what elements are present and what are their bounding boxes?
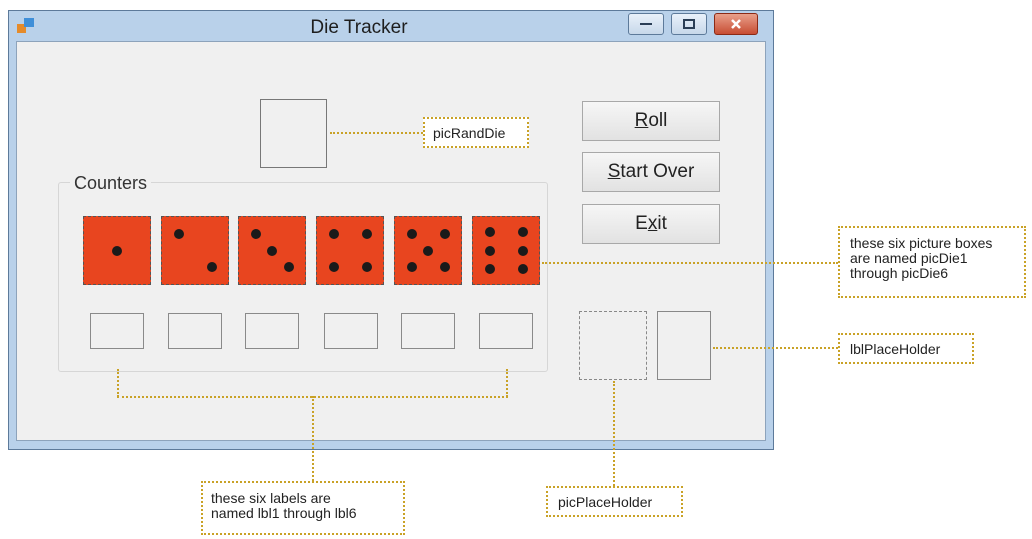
pic-die-1 xyxy=(83,216,151,285)
exit-button[interactable]: Ex it xyxy=(582,204,720,244)
callout-pic-place-holder-text: picPlaceHolder xyxy=(558,494,653,510)
pip-3-3 xyxy=(283,262,294,273)
exit-label: it xyxy=(657,213,667,234)
pip-6-5 xyxy=(484,264,495,275)
lbl-2 xyxy=(168,313,222,349)
exit-label-start: E xyxy=(635,213,648,234)
start-over-accel-key: S xyxy=(607,161,621,182)
pip-2-1 xyxy=(173,228,184,239)
pip-5-1 xyxy=(406,228,417,239)
pic-die-3 xyxy=(238,216,306,285)
pip-6-6 xyxy=(517,264,528,275)
pip-5-3 xyxy=(423,245,433,256)
maximize-icon xyxy=(683,19,695,29)
callout-labels: these six labels are named lbl1 through … xyxy=(201,481,405,535)
minimize-button[interactable] xyxy=(628,13,664,35)
callout-pic-rand-die-text: picRandDie xyxy=(433,125,506,141)
pic-die-4 xyxy=(316,216,384,285)
picture-boxes-leader-line xyxy=(542,262,838,264)
lbl-3 xyxy=(245,313,299,349)
pip-5-4 xyxy=(406,262,417,273)
maximize-button[interactable] xyxy=(671,13,707,35)
pip-4-4 xyxy=(361,262,372,273)
roll-label: oll xyxy=(648,110,668,131)
pip-4-3 xyxy=(328,262,339,273)
pic-die-2 xyxy=(161,216,229,285)
pic-die-6 xyxy=(472,216,540,285)
callout-labels-line-2: named lbl1 through lbl6 xyxy=(211,505,357,521)
pic-rand-die-leader-line xyxy=(330,132,423,134)
pip-6-2 xyxy=(517,226,528,237)
close-button[interactable] xyxy=(714,13,758,35)
pip-1-1 xyxy=(112,245,122,256)
labels-bracket-left xyxy=(117,369,119,397)
roll-accel-key: R xyxy=(634,110,649,131)
lbl-5 xyxy=(401,313,455,349)
start-over-button[interactable]: Start Over xyxy=(582,152,720,192)
lbl-place-holder-leader-line xyxy=(713,347,838,349)
pip-6-3 xyxy=(484,245,495,256)
pic-rand-die xyxy=(260,99,327,168)
minimize-icon xyxy=(640,23,652,25)
callout-labels-line-1: these six labels are xyxy=(211,490,331,506)
pip-2-2 xyxy=(206,262,217,273)
pip-5-5 xyxy=(439,262,450,273)
pip-6-4 xyxy=(517,245,528,256)
lbl-1 xyxy=(90,313,144,349)
close-icon xyxy=(731,19,741,29)
callout-picture-boxes-line-3: through picDie6 xyxy=(850,265,949,281)
pip-4-1 xyxy=(328,228,339,239)
pip-6-1 xyxy=(484,226,495,237)
window-title: Die Tracker xyxy=(310,17,408,38)
roll-button[interactable]: Roll xyxy=(582,101,720,141)
callout-pic-place-holder: picPlaceHolder xyxy=(546,486,683,517)
labels-bracket-right xyxy=(506,369,508,397)
callout-picture-boxes: these six picture boxes are named picDie… xyxy=(838,226,1026,298)
pic-place-holder xyxy=(579,311,647,380)
callout-lbl-place-holder: lblPlaceHolder xyxy=(838,333,974,364)
pip-5-2 xyxy=(439,228,450,239)
lbl-6 xyxy=(479,313,533,349)
lbl-4 xyxy=(324,313,378,349)
pip-4-2 xyxy=(361,228,372,239)
counters-group-label: Counters xyxy=(70,173,152,194)
pic-die-5 xyxy=(394,216,462,285)
callout-picture-boxes-line-1: these six picture boxes xyxy=(850,235,993,251)
start-over-label: tart Over xyxy=(620,161,695,182)
labels-leader-line xyxy=(312,396,314,481)
pic-place-holder-leader-line xyxy=(613,381,615,486)
lbl-place-holder xyxy=(657,311,711,380)
pip-3-2 xyxy=(267,245,277,256)
callout-lbl-place-holder-text: lblPlaceHolder xyxy=(850,341,941,357)
exit-accel-key: x xyxy=(647,213,658,234)
pip-3-1 xyxy=(250,228,261,239)
callout-pic-rand-die: picRandDie xyxy=(423,117,529,148)
callout-picture-boxes-line-2: are named picDie1 xyxy=(850,250,968,266)
